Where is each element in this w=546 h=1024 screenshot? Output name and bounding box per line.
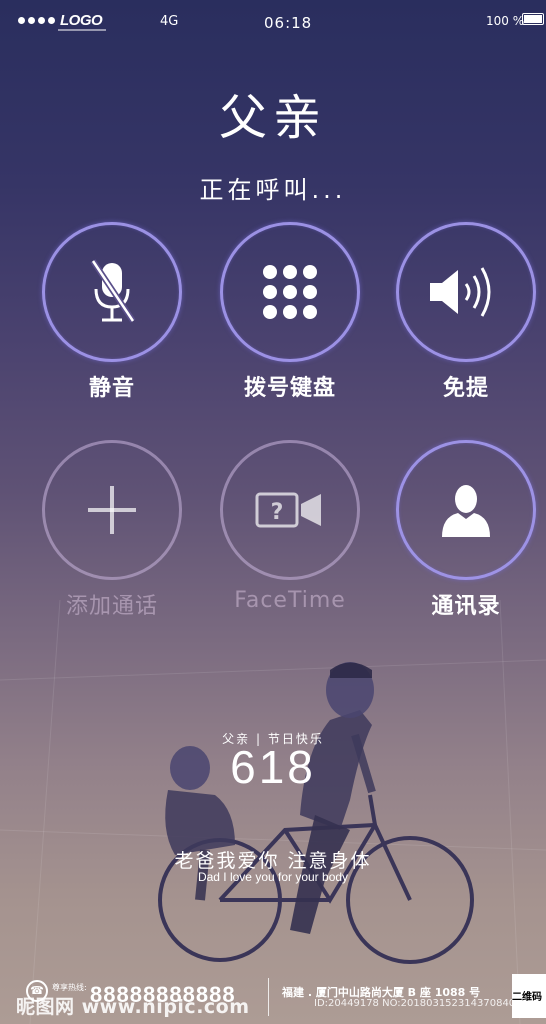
footer-divider: [268, 978, 269, 1016]
contact-person-icon: [442, 485, 490, 537]
caller-name: 父亲: [218, 90, 327, 146]
battery-percentage: 100 %: [486, 14, 525, 28]
speaker-icon: [430, 267, 491, 317]
signal-strength-icon: [18, 17, 55, 24]
speaker-label: 免提: [442, 376, 489, 401]
keypad-label: 拨号键盘: [243, 376, 336, 401]
video-camera-icon: ?: [255, 492, 321, 528]
add-call-button[interactable]: [42, 440, 182, 580]
call-status: 正在呼叫...: [199, 176, 347, 204]
status-bar: LOGO 4G 06:18 100 %: [0, 0, 546, 44]
muted-microphone-icon: [90, 259, 136, 323]
image-id-code: ID:20449178 NO:20180315231437084030: [314, 998, 528, 1009]
battery-icon: [522, 13, 544, 25]
facetime-button[interactable]: ?: [220, 440, 360, 580]
carrier-logo: LOGO: [60, 12, 103, 29]
qr-code-placeholder: 二维码: [512, 974, 546, 1018]
father-bicycle-illustration: [0, 600, 546, 1024]
plus-icon: [88, 486, 136, 534]
slogan-chinese: 老爸我爱你 注意身体: [174, 850, 372, 872]
mute-button[interactable]: [42, 222, 182, 362]
mute-label: 静音: [88, 376, 135, 401]
slogan-english: Dad I love you for your body: [197, 870, 349, 884]
contacts-button[interactable]: [396, 440, 536, 580]
keypad-icon: [263, 265, 317, 319]
speaker-button[interactable]: [396, 222, 536, 362]
festival-date-number: 618: [230, 741, 316, 793]
status-time: 06:18: [264, 14, 313, 32]
svg-text:?: ?: [271, 500, 284, 525]
logo-underline: [58, 29, 106, 31]
keypad-button[interactable]: [220, 222, 360, 362]
site-watermark: 昵图网 www.nipic.com: [16, 996, 250, 1018]
network-type: 4G: [160, 14, 179, 29]
poster-footer: ☎ 尊享热线: 88888888888 福建 . 厦门中山路尚大厦 B 座 10…: [0, 968, 546, 1024]
